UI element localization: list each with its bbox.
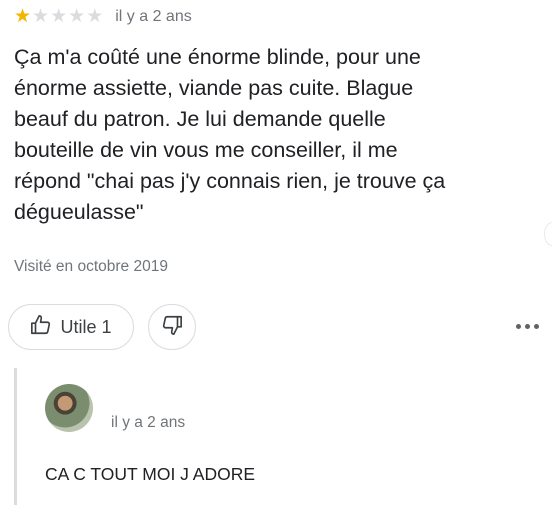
helpful-label: Utile 1 [60,316,112,337]
visited-date: Visité en octobre 2019 [14,258,168,275]
reply-text: CA C TOUT MOI J ADORE [45,464,256,484]
helpful-button[interactable]: Utile 1 [8,304,134,350]
star-empty-icon: ★ [86,6,104,27]
scroll-edge [544,222,552,246]
avatar[interactable] [45,384,93,432]
thumbs-down-icon [161,314,183,341]
review-header: ★ ★ ★ ★ ★ il y a 2 ans [14,6,192,28]
reply-thread: il y a 2 ans CA C TOUT MOI J ADORE [14,368,552,505]
not-helpful-button[interactable] [148,304,196,350]
star-rating: ★ ★ ★ ★ ★ [14,7,103,27]
star-empty-icon: ★ [32,6,50,27]
review-time: il y a 2 ans [115,8,192,25]
star-filled-icon: ★ [14,6,32,27]
star-empty-icon: ★ [50,6,68,27]
star-empty-icon: ★ [68,6,86,27]
more-options-icon[interactable] [512,316,542,336]
reply-time: il y a 2 ans [111,414,186,431]
review-text: Ça m'a coûté une énorme blinde, pour une… [14,45,446,224]
thumbs-up-icon [30,314,52,341]
